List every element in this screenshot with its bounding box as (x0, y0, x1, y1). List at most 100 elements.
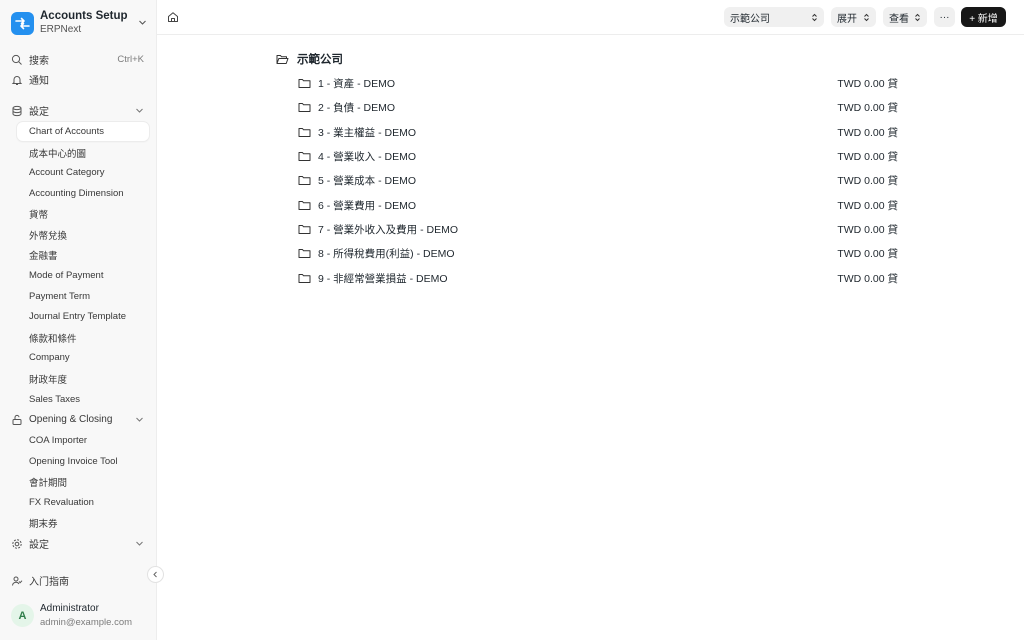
more-options-button[interactable]: ··· (934, 7, 955, 27)
account-balance: TWD 0.00 貸 (837, 199, 898, 212)
tree-row[interactable]: 9 - 非經常營業損益 - DEMO TWD 0.00 貸 (298, 269, 900, 287)
folder-icon (298, 224, 311, 234)
avatar: A (11, 604, 34, 627)
tree-row[interactable]: 6 - 營業費用 - DEMO TWD 0.00 貸 (298, 196, 900, 214)
app-logo-icon (11, 11, 34, 35)
search-label: 搜索 (29, 56, 49, 67)
sidebar-item-mode-of-payment[interactable]: Mode of Payment (17, 266, 149, 285)
company-select-value: 示範公司 (730, 13, 770, 25)
folder-icon (298, 78, 311, 88)
tree-root[interactable]: 示範公司 (276, 50, 343, 68)
sidebar-item-coa-importer[interactable]: COA Importer (17, 431, 149, 450)
sidebar-item-currency-exchange[interactable]: 外幣兌換 (17, 225, 149, 244)
sidebar-item-finance-book[interactable]: 金融書 (17, 245, 149, 264)
lock-open-icon (12, 414, 22, 425)
sort-icon (864, 13, 869, 22)
app-subtitle: ERPNext (40, 24, 82, 35)
section-settings-2[interactable]: 設定 (0, 534, 157, 553)
tree-row[interactable]: 2 - 負債 - DEMO TWD 0.00 貸 (298, 98, 900, 116)
section-settings-label: 設定 (29, 107, 49, 118)
sidebar-item-period-closing-voucher[interactable]: 期末券 (17, 513, 149, 532)
section-opening-closing-label: Opening & Closing (29, 414, 113, 425)
folder-icon (298, 248, 311, 258)
database-icon (12, 105, 22, 117)
user-menu[interactable]: A Administrator admin@example.com (11, 603, 151, 631)
section-opening-closing[interactable]: Opening & Closing (0, 410, 157, 429)
account-balance: TWD 0.00 貸 (837, 174, 898, 187)
expand-label: 展开 (837, 13, 857, 25)
app-title: Accounts Setup (40, 10, 128, 22)
gear-icon (12, 539, 22, 549)
chevron-down-icon (136, 541, 143, 546)
folder-icon (298, 200, 311, 210)
tree-row[interactable]: 5 - 營業成本 - DEMO TWD 0.00 貸 (298, 171, 900, 189)
folder-open-icon (276, 54, 289, 64)
user-email: admin@example.com (40, 617, 133, 628)
account-balance: TWD 0.00 貸 (837, 247, 898, 260)
tree-row[interactable]: 1 - 資產 - DEMO TWD 0.00 貸 (298, 74, 900, 92)
company-select[interactable]: 示範公司 (724, 7, 824, 27)
sidebar-item-journal-entry-template[interactable]: Journal Entry Template (17, 307, 149, 326)
account-name: 7 - 營業外收入及費用 - DEMO (318, 223, 459, 236)
section-settings[interactable]: 設定 (0, 101, 157, 120)
view-label: 查看 (889, 13, 909, 25)
folder-icon (298, 151, 311, 161)
account-balance: TWD 0.00 貸 (837, 150, 898, 163)
tree-root-label: 示範公司 (297, 54, 343, 66)
sidebar-item-fiscal-year[interactable]: 財政年度 (17, 369, 149, 388)
notifications-label: 通知 (29, 76, 49, 87)
account-balance: TWD 0.00 貸 (837, 77, 898, 90)
search-button[interactable]: 搜索 Ctrl+K (0, 50, 157, 69)
search-shortcut: Ctrl+K (117, 54, 144, 65)
home-icon[interactable] (167, 11, 179, 23)
add-new-button[interactable]: + 新增 (961, 7, 1006, 27)
top-bar: 示範公司 展开 查看 ··· + 新增 (157, 0, 1024, 35)
tree-row[interactable]: 7 - 營業外收入及費用 - DEMO TWD 0.00 貸 (298, 220, 900, 238)
sidebar-item-chart-of-accounts[interactable]: Chart of Accounts (17, 122, 149, 141)
account-name: 9 - 非經常營業損益 - DEMO (318, 272, 448, 285)
expand-button[interactable]: 展开 (831, 7, 876, 27)
account-balance: TWD 0.00 貸 (837, 126, 898, 139)
sidebar: Accounts Setup ERPNext 搜索 Ctrl+K 通知 設定 C… (0, 0, 157, 640)
bell-icon (11, 76, 23, 85)
account-balance: TWD 0.00 貸 (837, 223, 898, 236)
getting-started-label: 入门指南 (29, 577, 69, 588)
collapse-sidebar-button[interactable] (147, 566, 164, 583)
app-switcher[interactable]: Accounts Setup ERPNext (11, 8, 151, 38)
sort-icon (812, 13, 817, 22)
sort-icon (915, 13, 920, 22)
view-button[interactable]: 查看 (883, 7, 927, 27)
sidebar-item-company[interactable]: Company (17, 348, 149, 367)
chevron-down-icon (139, 20, 146, 25)
sidebar-item-cost-center-chart[interactable]: 成本中心的圖 (17, 143, 149, 162)
tree-row[interactable]: 3 - 業主權益 - DEMO TWD 0.00 貸 (298, 123, 900, 141)
account-balance: TWD 0.00 貸 (837, 101, 898, 114)
sidebar-item-payment-term[interactable]: Payment Term (17, 287, 149, 306)
notifications-button[interactable]: 通知 (0, 70, 157, 89)
sidebar-item-opening-invoice-tool[interactable]: Opening Invoice Tool (17, 452, 149, 471)
user-name: Administrator (40, 603, 99, 614)
chevron-down-icon (136, 108, 143, 113)
account-name: 1 - 資產 - DEMO (318, 77, 396, 90)
folder-icon (298, 175, 311, 185)
user-check-icon (12, 576, 23, 586)
chevron-left-icon (153, 571, 157, 578)
tree-row[interactable]: 4 - 營業收入 - DEMO TWD 0.00 貸 (298, 147, 900, 165)
sidebar-item-accounting-period[interactable]: 會計期間 (17, 472, 149, 491)
account-name: 3 - 業主權益 - DEMO (318, 126, 417, 139)
sidebar-item-account-category[interactable]: Account Category (17, 163, 149, 182)
sidebar-item-terms-and-conditions[interactable]: 條款和條件 (17, 328, 149, 347)
account-name: 4 - 營業收入 - DEMO (318, 150, 417, 163)
sidebar-item-fx-revaluation[interactable]: FX Revaluation (17, 493, 149, 512)
tree-row[interactable]: 8 - 所得稅費用(利益) - DEMO TWD 0.00 貸 (298, 244, 900, 262)
sidebar-item-accounting-dimension[interactable]: Accounting Dimension (17, 184, 149, 203)
sidebar-item-sales-taxes[interactable]: Sales Taxes (17, 390, 149, 409)
chevron-down-icon (136, 417, 143, 422)
account-name: 2 - 負債 - DEMO (318, 101, 396, 114)
getting-started-button[interactable]: 入门指南 (0, 571, 157, 590)
folder-icon (298, 102, 311, 112)
search-icon (11, 54, 22, 65)
account-name: 6 - 營業費用 - DEMO (318, 199, 417, 212)
account-name: 8 - 所得稅費用(利益) - DEMO (318, 247, 455, 260)
sidebar-item-currency[interactable]: 貨幣 (17, 204, 149, 223)
